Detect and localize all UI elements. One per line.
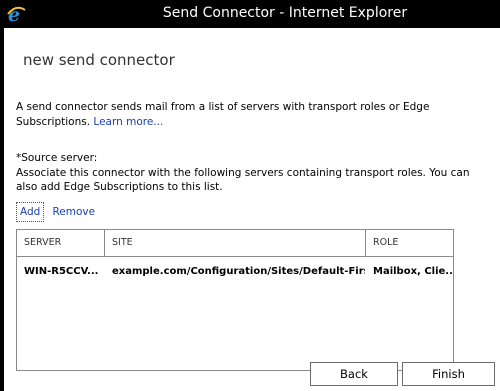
table-row[interactable]: WIN-R5CCV... example.com/Configuration/S… xyxy=(17,257,453,287)
add-link[interactable]: Add xyxy=(16,202,45,222)
cell-site: example.com/Configuration/Sites/Default-… xyxy=(112,266,365,277)
column-header-server[interactable]: SERVER xyxy=(17,230,104,256)
title-bar: e Send Connector - Internet Explorer xyxy=(0,0,500,28)
source-server-grid: SERVER SITE ROLE WIN-R5CCV... example.co… xyxy=(16,229,454,371)
description-text: A send connector sends mail from a list … xyxy=(16,101,430,128)
grid-header: SERVER SITE ROLE xyxy=(17,230,453,257)
dialog-title: new send connector xyxy=(23,51,175,69)
source-server-description: Associate this connector with the follow… xyxy=(16,167,470,193)
remove-link[interactable]: Remove xyxy=(49,203,98,221)
dialog-content: new send connector A send connector send… xyxy=(4,28,500,391)
column-header-role[interactable]: ROLE xyxy=(366,230,453,256)
cell-server: WIN-R5CCV... xyxy=(24,266,99,277)
source-actions: Add Remove xyxy=(16,200,98,222)
finish-button[interactable]: Finish xyxy=(402,362,495,386)
column-header-site[interactable]: SITE xyxy=(105,230,365,256)
back-button[interactable]: Back xyxy=(310,362,398,386)
learn-more-link[interactable]: Learn more... xyxy=(93,116,163,128)
dialog-description: A send connector sends mail from a list … xyxy=(16,100,476,130)
source-server-label: *Source server: xyxy=(16,152,98,164)
window-title: Send Connector - Internet Explorer xyxy=(162,5,408,21)
cell-role: Mailbox, Clie... xyxy=(373,266,453,277)
